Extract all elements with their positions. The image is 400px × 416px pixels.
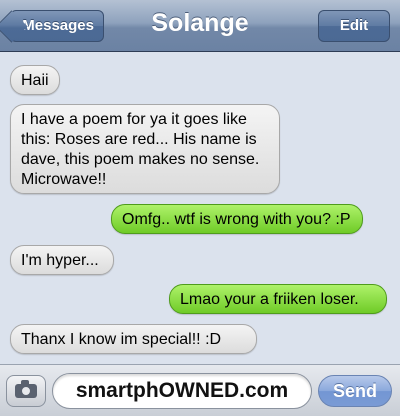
- camera-lens: [21, 386, 31, 396]
- camera-icon: [15, 380, 37, 398]
- send-button[interactable]: Send: [318, 375, 392, 407]
- composer-bar: smartphOWNED.com Send: [0, 364, 400, 416]
- incoming-message-bubble: I have a poem for ya it goes like this: …: [10, 104, 280, 194]
- outgoing-message-bubble: Lmao your a friiken loser.: [169, 284, 387, 314]
- outgoing-message-bubble: Omfg.. wtf is wrong with you? :P: [111, 204, 363, 234]
- edit-button[interactable]: Edit: [318, 10, 390, 42]
- message-thread[interactable]: Haii I have a poem for ya it goes like t…: [0, 52, 400, 364]
- navigation-bar: Messages Solange Edit: [0, 0, 400, 52]
- incoming-message-bubble: Thanx I know im special!! :D: [10, 324, 257, 354]
- incoming-message-bubble: I'm hyper...: [10, 245, 114, 275]
- incoming-message-bubble: Haii: [10, 65, 60, 95]
- message-input[interactable]: smartphOWNED.com: [52, 373, 312, 409]
- camera-button[interactable]: [6, 375, 46, 407]
